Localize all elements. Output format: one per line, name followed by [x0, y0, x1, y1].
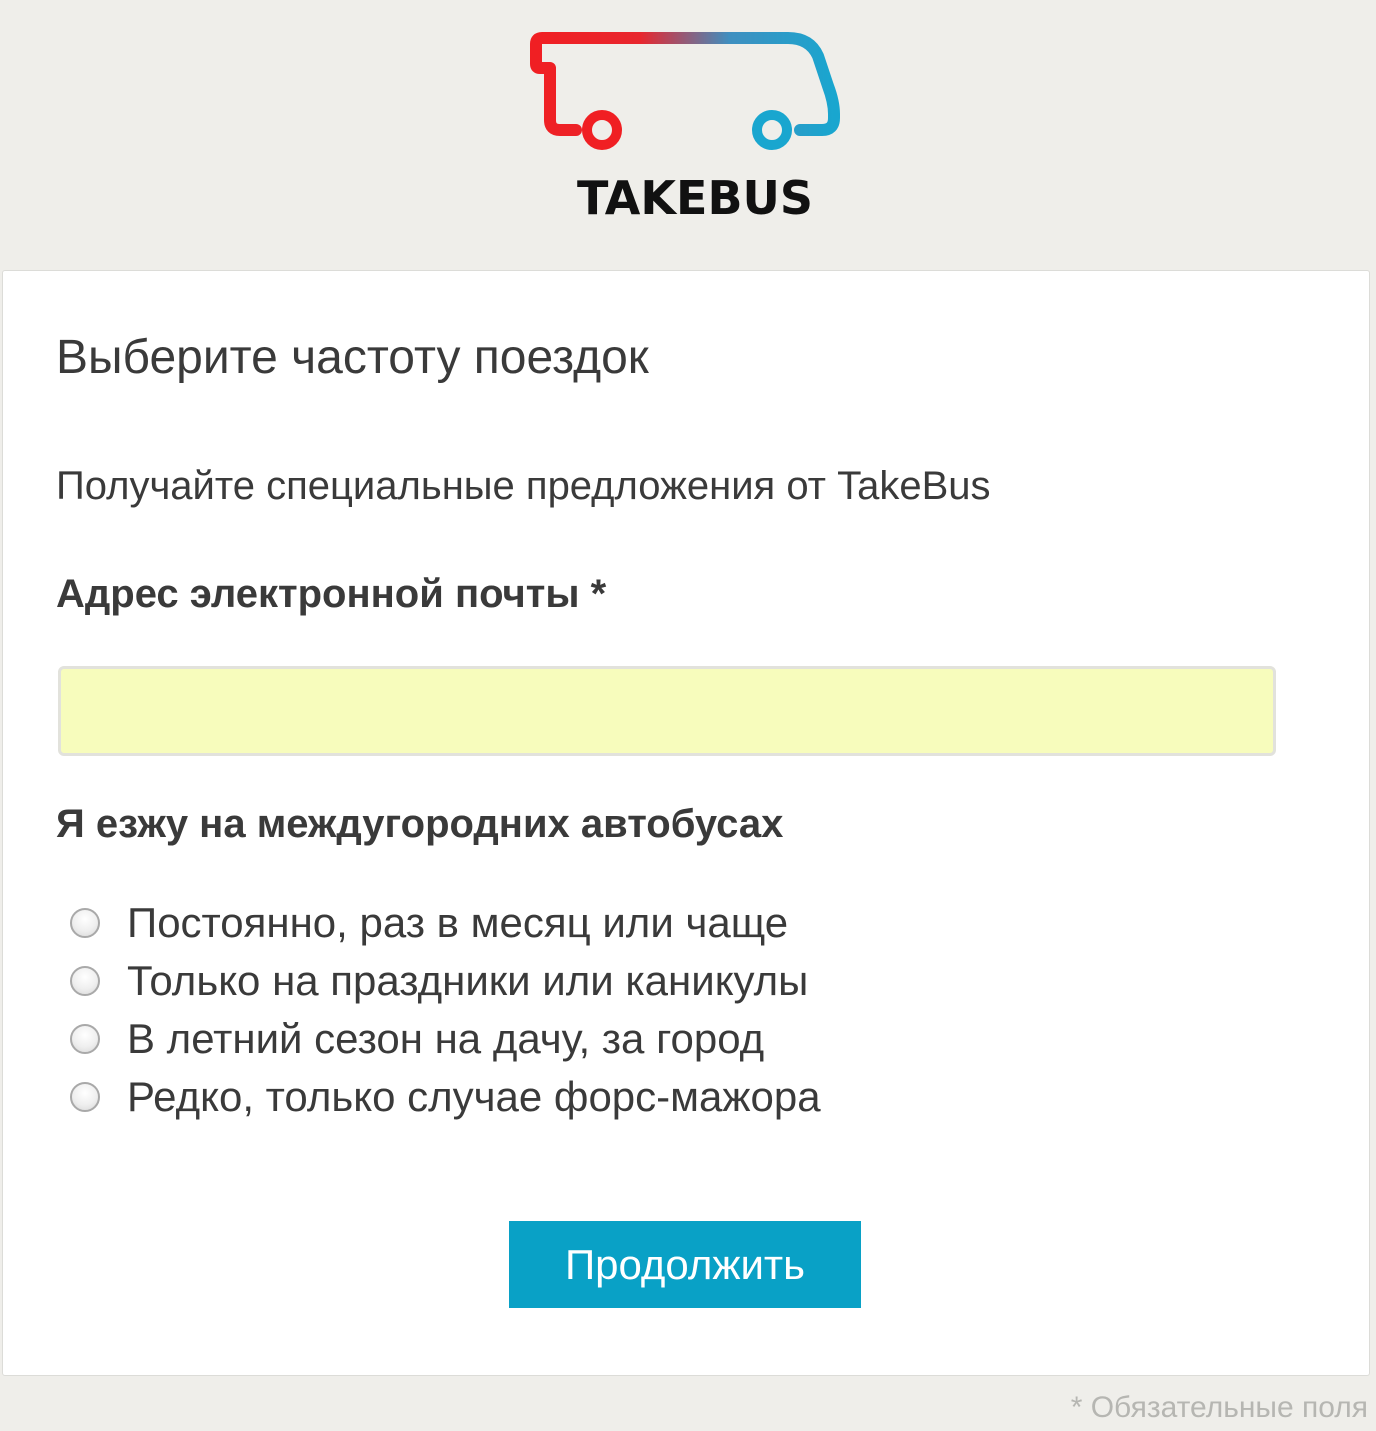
form-title: Выберите частоту поездок	[56, 331, 649, 384]
form-subtitle: Получайте специальные предложения от Tak…	[56, 464, 991, 508]
frequency-option-holidays[interactable]: Только на праздники или каникулы	[70, 952, 970, 1010]
radio-label[interactable]: Только на праздники или каникулы	[127, 952, 808, 1010]
frequency-option-rarely[interactable]: Редко, только случае форс-мажора	[70, 1068, 970, 1126]
radio-button[interactable]	[70, 1082, 100, 1112]
bus-icon	[530, 32, 840, 150]
brand-logo-text: TAKEBUS	[576, 171, 814, 225]
radio-button[interactable]	[70, 1024, 100, 1054]
radio-label[interactable]: Редко, только случае форс-мажора	[127, 1068, 821, 1126]
radio-label[interactable]: В летний сезон на дачу, за город	[127, 1010, 764, 1068]
radio-label[interactable]: Постоянно, раз в месяц или чаще	[127, 894, 788, 952]
radio-button[interactable]	[70, 908, 100, 938]
frequency-options: Постоянно, раз в месяц или чаще Только н…	[70, 894, 970, 1126]
radio-button[interactable]	[70, 966, 100, 996]
continue-button[interactable]: Продолжить	[509, 1221, 861, 1308]
frequency-option-summer[interactable]: В летний сезон на дачу, за город	[70, 1010, 970, 1068]
email-field[interactable]	[58, 666, 1276, 756]
header: TAKEBUS	[0, 0, 1376, 268]
email-label: Адрес электронной почты *	[56, 572, 607, 616]
frequency-option-monthly[interactable]: Постоянно, раз в месяц или чаще	[70, 894, 970, 952]
required-fields-note: * Обязательные поля	[1070, 1391, 1368, 1424]
frequency-label: Я езжу на междугородних автобусах	[56, 802, 784, 846]
